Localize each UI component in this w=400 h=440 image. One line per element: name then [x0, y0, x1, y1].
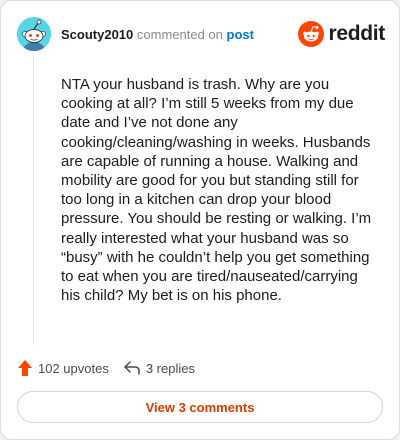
comment-body: NTA your husband is trash. Why are you c…	[61, 76, 372, 305]
post-link[interactable]: post	[227, 27, 254, 42]
reddit-logo-icon	[298, 21, 325, 47]
comment-actions: 102 upvotes 3 replies	[17, 357, 195, 379]
view-comments-button[interactable]: View 3 comments	[17, 391, 383, 423]
reply-arrow-icon	[124, 361, 140, 375]
snoo-avatar-icon[interactable]	[17, 17, 51, 51]
comment-card: Scouty2010 commented on post reddit NTA …	[0, 0, 400, 440]
comment-meta: Scouty2010 commented on post	[61, 27, 254, 43]
reddit-brand[interactable]: reddit	[298, 21, 385, 47]
upvote-count: 102 upvotes	[38, 360, 109, 376]
reddit-wordmark: reddit	[328, 22, 385, 45]
action-text: commented on	[136, 27, 223, 42]
upvote-button[interactable]: 102 upvotes	[17, 359, 109, 377]
reply-count: 3 replies	[145, 360, 195, 376]
upvote-arrow-icon	[18, 360, 32, 376]
replies-button[interactable]: 3 replies	[123, 360, 195, 376]
thread-line[interactable]	[33, 57, 34, 345]
username-link[interactable]: Scouty2010	[61, 27, 133, 42]
